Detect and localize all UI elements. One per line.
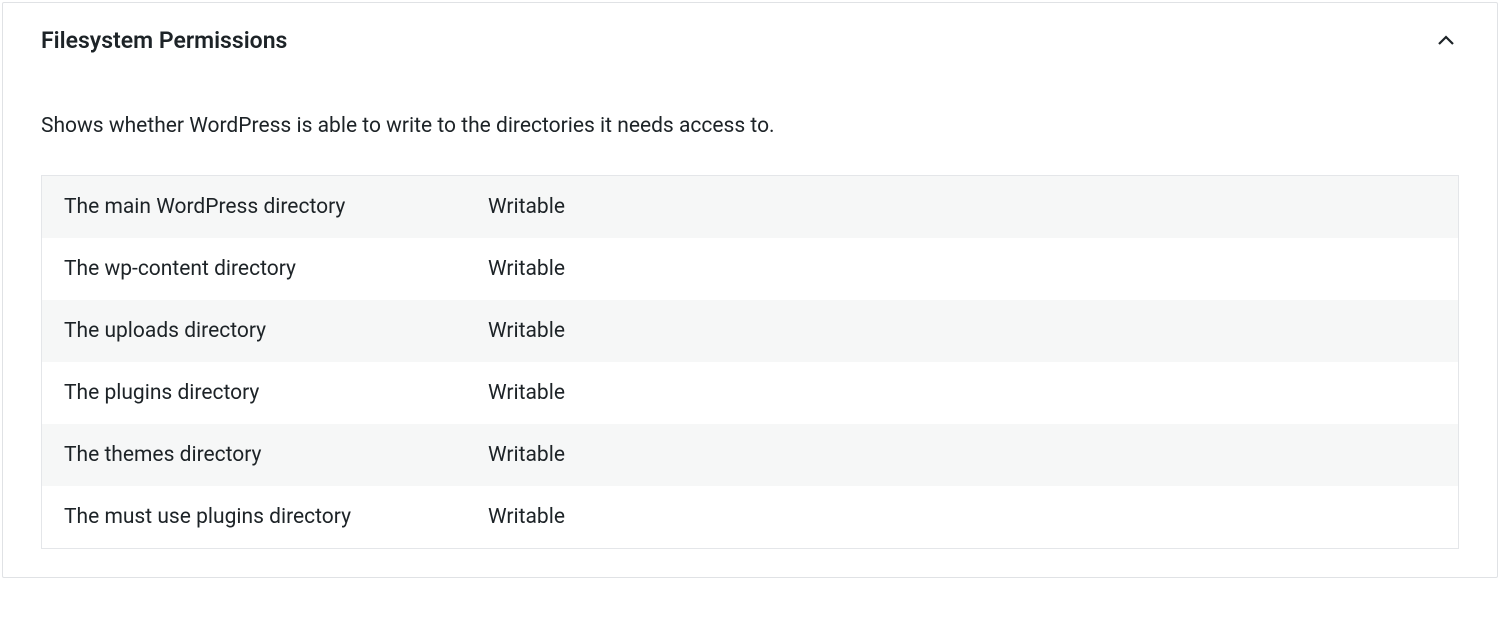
filesystem-permissions-panel: Filesystem Permissions Shows whether Wor… xyxy=(2,2,1498,578)
panel-body: Shows whether WordPress is able to write… xyxy=(3,112,1497,577)
permission-label: The wp-content directory xyxy=(42,238,466,300)
permission-label: The themes directory xyxy=(42,424,466,486)
permission-label: The must use plugins directory xyxy=(42,486,466,548)
table-row: The must use plugins directory Writable xyxy=(42,486,1458,548)
panel-title: Filesystem Permissions xyxy=(41,27,287,54)
chevron-up-icon xyxy=(1433,28,1459,54)
table-row: The uploads directory Writable xyxy=(42,300,1458,362)
permission-label: The uploads directory xyxy=(42,300,466,362)
permission-label: The plugins directory xyxy=(42,362,466,424)
permission-label: The main WordPress directory xyxy=(42,176,466,238)
permissions-table: The main WordPress directory Writable Th… xyxy=(41,175,1459,549)
panel-description: Shows whether WordPress is able to write… xyxy=(41,112,1459,141)
table-row: The plugins directory Writable xyxy=(42,362,1458,424)
panel-header-toggle[interactable]: Filesystem Permissions xyxy=(3,3,1497,54)
table-row: The wp-content directory Writable xyxy=(42,238,1458,300)
permission-value: Writable xyxy=(466,486,1458,548)
permission-value: Writable xyxy=(466,424,1458,486)
table-row: The themes directory Writable xyxy=(42,424,1458,486)
permission-value: Writable xyxy=(466,176,1458,238)
table-row: The main WordPress directory Writable xyxy=(42,176,1458,238)
permission-value: Writable xyxy=(466,238,1458,300)
permission-value: Writable xyxy=(466,362,1458,424)
permission-value: Writable xyxy=(466,300,1458,362)
